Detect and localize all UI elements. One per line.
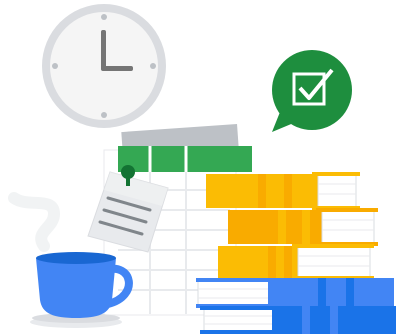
- pin-icon: [121, 165, 135, 179]
- book-blue: [196, 278, 394, 308]
- book-stack: [196, 172, 396, 334]
- book-yellow-lower: [218, 244, 374, 280]
- book-yellow-top: [206, 172, 360, 210]
- illustration-scene: [8, 4, 396, 334]
- illustration-canvas: [0, 0, 398, 336]
- clock-icon: [42, 4, 166, 128]
- steam-icon: [8, 192, 61, 252]
- checkbox-speech-bubble-icon: [272, 50, 352, 132]
- book-orange-middle: [228, 208, 378, 246]
- book-dark-blue: [200, 306, 396, 334]
